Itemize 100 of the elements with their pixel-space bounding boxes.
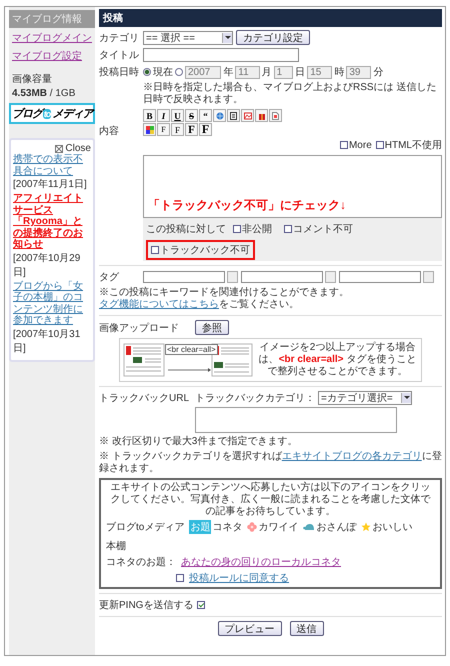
checkbox[interactable] <box>151 246 159 254</box>
turtle-icon <box>303 522 316 532</box>
field-label: 内容 <box>99 124 120 138</box>
title-input[interactable] <box>143 48 299 62</box>
browse-button[interactable]: 参照 <box>195 320 229 335</box>
tag-combo[interactable] <box>241 271 336 283</box>
date-unit: 日 <box>295 66 306 79</box>
star-icon <box>361 522 372 532</box>
annotation-text: 「トラックバック不可」にチェック↓ <box>148 197 346 214</box>
font-size-button[interactable]: F <box>185 123 198 136</box>
category-link[interactable]: エキサイトブログの各カテゴリ <box>282 451 422 462</box>
checkbox-label: More <box>348 140 372 150</box>
field-label: 画像アップロード <box>99 322 180 334</box>
section-header: 投稿 <box>99 9 442 27</box>
tag-help-link[interactable]: タグ機能についてはこちら <box>99 299 219 310</box>
news-date: [2007年10月31日] <box>13 328 82 354</box>
field-label: トラックバックURL <box>99 392 190 405</box>
submit-button[interactable]: 送信 <box>290 621 324 636</box>
checkbox[interactable] <box>176 574 184 582</box>
date-unit: 年 <box>223 66 234 79</box>
field-label: タイトル <box>99 49 139 62</box>
storage-label: 画像容量 <box>11 72 53 86</box>
news-date: [2007年10月29日] <box>13 252 82 278</box>
ping-label: 更新PINGを送信する <box>99 598 194 612</box>
media-label: ブログtoメディア <box>106 520 184 534</box>
theme-label: コネタのお題： <box>106 556 176 569</box>
field-label: 投稿日時 <box>99 66 139 79</box>
news-date: [2007年11月1日] <box>13 178 88 191</box>
sidebar-header: マイブログ情報 <box>9 10 95 28</box>
trackback-url-textarea[interactable] <box>195 407 397 433</box>
checkbox-label: コメント不可 <box>293 223 353 236</box>
theme-link[interactable]: あなたの身の回りのローカルコネタ <box>181 555 341 569</box>
dropdown-icon <box>401 393 411 403</box>
trackback-category-select[interactable]: =カテゴリ選択= <box>318 391 412 405</box>
format-button[interactable]: I <box>157 109 170 122</box>
rules-link[interactable]: 投稿ルールに同意する <box>189 571 289 585</box>
news-link[interactable]: ブログから「女子の本棚」のコンテンツ制作に参加できます <box>13 280 91 326</box>
gift-button[interactable] <box>255 109 268 122</box>
document-icon <box>272 112 279 120</box>
font-size-button[interactable]: F <box>199 123 212 136</box>
dropdown-icon <box>222 32 232 42</box>
date-unit: 時 <box>334 66 344 79</box>
checkbox-label: 非公開 <box>242 222 272 236</box>
document-button[interactable] <box>269 109 282 122</box>
category-select[interactable]: == 選択 == <box>143 30 233 44</box>
close-icon <box>55 144 64 152</box>
upload-description: イメージを2つ以上アップする場合は、<br clear=all> タグを使うことで整列させることができます。 <box>258 342 418 378</box>
radio-label: 現在 <box>153 66 173 79</box>
field-label: トラックバックカテゴリ： <box>195 392 315 405</box>
code-label: <br clear=all> <box>165 344 218 355</box>
news-link[interactable]: 携帯での表示不具合について <box>13 154 91 177</box>
image-icon <box>244 112 252 120</box>
media-category[interactable]: おさんぽ <box>303 520 356 534</box>
checkbox-label: トラックバック不可 <box>160 244 250 257</box>
color-button[interactable] <box>143 123 156 136</box>
checkbox[interactable] <box>340 141 348 149</box>
sidebar-link[interactable]: マイブログメイン <box>9 30 95 46</box>
media-category[interactable]: カワイイ <box>247 520 298 534</box>
media-category[interactable]: おいしい <box>361 520 412 534</box>
format-button[interactable]: S <box>185 109 198 122</box>
trackback-note: ※ 改行区切りで最大3件まで指定できます。 <box>99 436 298 448</box>
font-size-button[interactable]: F <box>171 123 184 136</box>
list-icon <box>230 112 237 120</box>
submit-button[interactable]: プレビュー <box>218 621 282 636</box>
date-unit: 月 <box>262 66 272 79</box>
checkbox-label: HTML不使用 <box>384 139 442 152</box>
checkbox[interactable] <box>376 141 384 149</box>
field-label: タグ <box>99 271 120 284</box>
storage-usage: 4.53MB / 1GB <box>11 88 76 99</box>
flower-icon <box>247 522 258 532</box>
checkbox[interactable] <box>197 601 206 609</box>
checkbox[interactable] <box>284 225 292 233</box>
options-label: この投稿に対して <box>146 222 226 236</box>
list-button[interactable] <box>227 109 240 122</box>
tag-combo[interactable] <box>339 271 434 283</box>
date-unit: 分 <box>373 66 384 79</box>
globe-icon <box>216 112 224 120</box>
format-button[interactable]: U <box>171 109 184 122</box>
news-link[interactable]: アフィリエイトサービス「Ryooma」との提携終了のお知らせ <box>13 193 91 250</box>
media-category[interactable]: お題 コネタ <box>189 520 242 534</box>
palette-icon <box>146 126 154 134</box>
date-note: ※日時を指定した場合も、マイブログ上およびRSSには 送信した日時で反映されます。 <box>143 82 438 106</box>
trackback-note: ※ トラックバックカテゴリを選択すればエキサイトブログの各カテゴリ に登録されます。 <box>99 451 442 475</box>
tag-note: ※この投稿にキーワードを関連付けることができます。 タグ機能についてはこちら をご覧ください。 <box>99 287 350 311</box>
category-settings-button[interactable]: カテゴリ設定 <box>236 30 310 45</box>
font-size-button[interactable]: F <box>157 123 170 136</box>
sidebar-link[interactable]: マイブログ設定 <box>9 48 95 64</box>
tag-combo[interactable] <box>143 271 238 283</box>
content-textarea[interactable]: 「トラックバック不可」にチェック↓ <box>143 155 442 218</box>
format-button[interactable]: “ <box>199 109 212 122</box>
media-category[interactable]: 本棚 <box>106 539 126 553</box>
field-label: カテゴリ <box>99 32 139 44</box>
image-button[interactable] <box>241 109 254 122</box>
link-button[interactable] <box>213 109 226 122</box>
close-button[interactable]: Close <box>55 143 91 154</box>
checkbox[interactable] <box>233 225 241 233</box>
theme-badge: お題 <box>189 520 212 534</box>
media-intro: エキサイトの公式コンテンツへ応募したい方は以下のアイコンをクリックしてください。写真付き、広く一般に読まれることを考慮した文体での記事をお待ちしています。 <box>110 482 432 518</box>
gift-icon <box>258 112 266 120</box>
format-button[interactable]: B <box>143 109 156 122</box>
